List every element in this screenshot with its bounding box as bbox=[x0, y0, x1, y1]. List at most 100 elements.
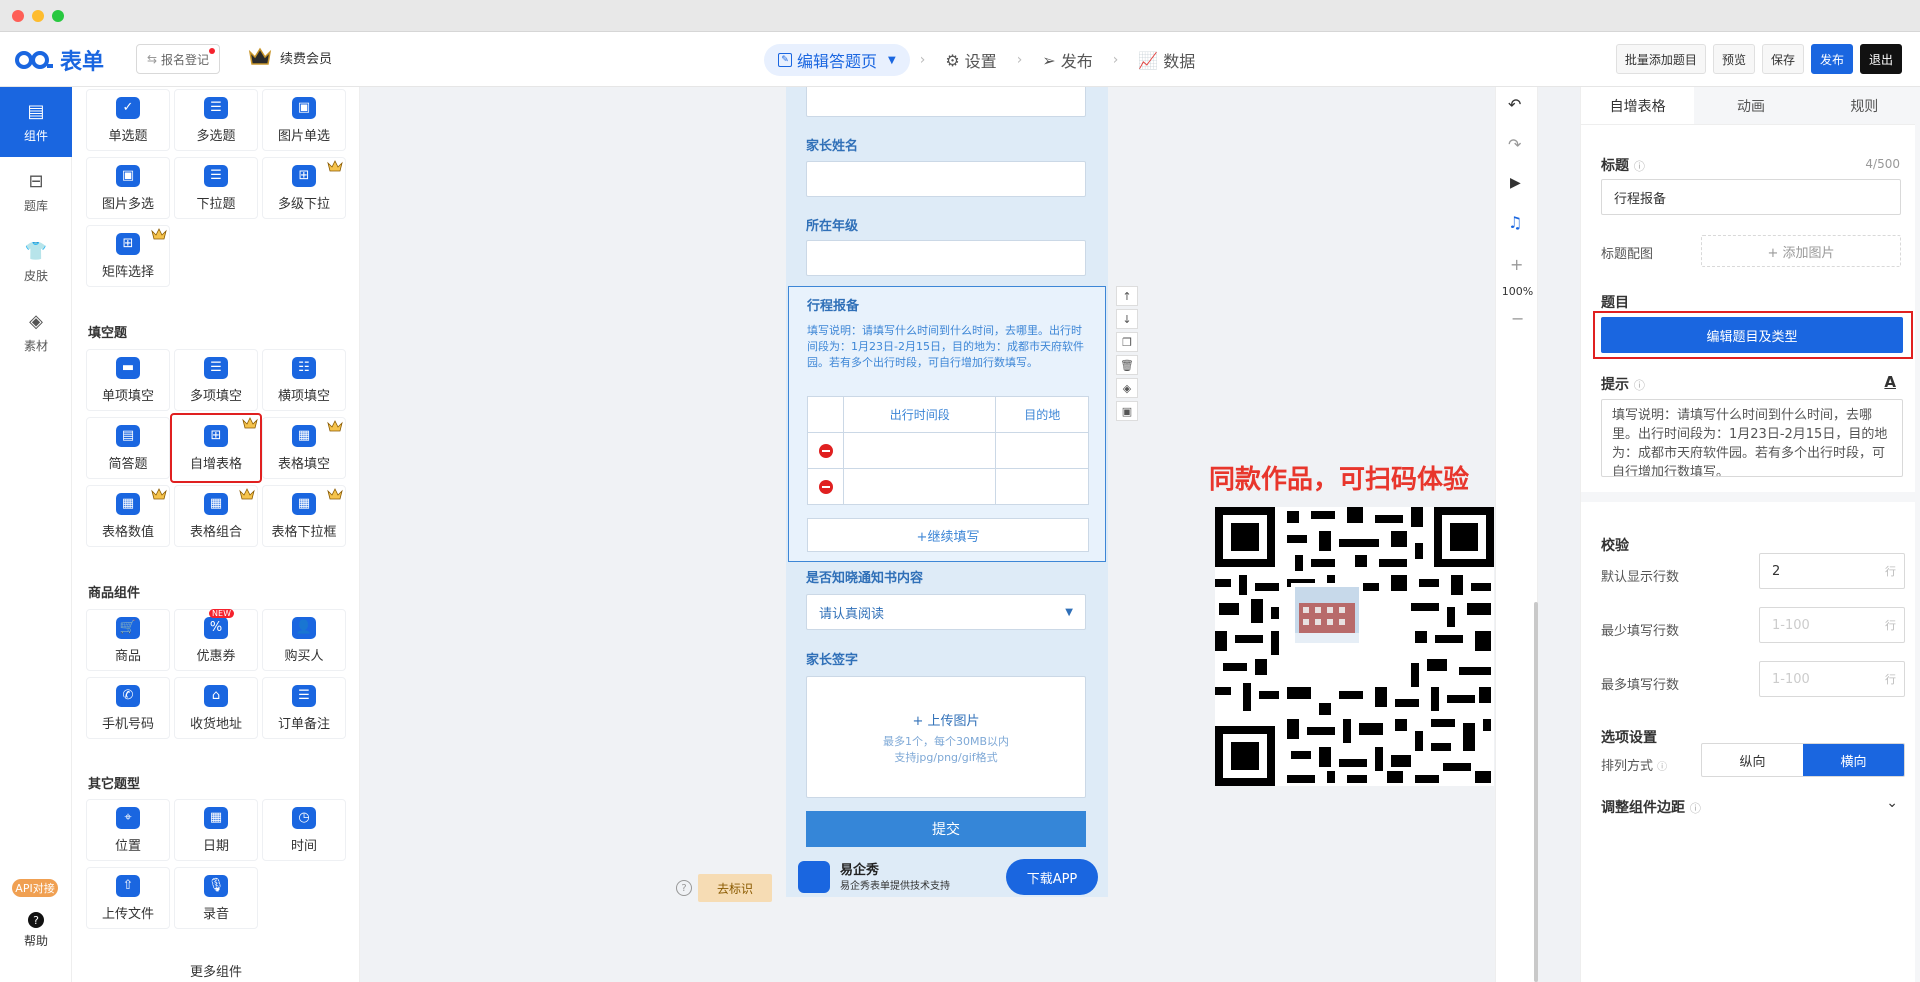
layers-button[interactable]: ◈ bbox=[1116, 378, 1138, 398]
chevron-down-icon[interactable]: ⌄ bbox=[1886, 795, 1898, 811]
remove-mark-button[interactable]: 去标识 bbox=[698, 874, 772, 902]
tile-auto-table[interactable]: ⊞ 自增表格 bbox=[170, 413, 262, 483]
step-publish[interactable]: ➢ 发布 bbox=[1032, 44, 1102, 76]
title-input[interactable]: 行程报备 bbox=[1601, 179, 1901, 215]
zoom-in-icon[interactable]: + bbox=[1510, 255, 1523, 274]
copy-button[interactable]: ❐ bbox=[1116, 332, 1138, 352]
tile-time[interactable]: ◷ 时间 bbox=[262, 799, 346, 861]
tile-table-dropdown[interactable]: ▦ 表格下拉框 bbox=[262, 485, 346, 547]
table-cell[interactable] bbox=[995, 468, 1089, 505]
save-block-button[interactable]: ▣ bbox=[1116, 401, 1138, 421]
question-circle-icon[interactable]: ? bbox=[676, 880, 692, 896]
api-badge[interactable]: API对接 bbox=[12, 879, 58, 897]
upload-area[interactable]: + 上传图片 最多1个，每个30MB以内 支持jpg/png/gif格式 bbox=[806, 676, 1086, 798]
tile-horizontal-fill[interactable]: ☷ 横项填空 bbox=[262, 349, 346, 411]
publish-button[interactable]: 发布 bbox=[1810, 44, 1853, 74]
arrange-vertical[interactable]: 纵向 bbox=[1702, 744, 1803, 776]
tile-buyer[interactable]: 👤 购买人 bbox=[262, 609, 346, 671]
nav-question-bank-label: 题库 bbox=[23, 198, 48, 213]
zoom-out-icon[interactable]: − bbox=[1511, 309, 1524, 328]
tile-phone[interactable]: ✆ 手机号码 bbox=[86, 677, 170, 739]
tile-table-number[interactable]: ▦ 表格数值 bbox=[86, 485, 170, 547]
tile-order-note[interactable]: ☰ 订单备注 bbox=[262, 677, 346, 739]
tile-short-answer[interactable]: ▤ 简答题 bbox=[86, 417, 170, 479]
grade-input[interactable] bbox=[806, 240, 1086, 276]
margin-label[interactable]: 调整组件边距 ⓘ bbox=[1601, 797, 1701, 817]
music-icon[interactable]: ♫ bbox=[1508, 213, 1522, 232]
step-settings[interactable]: ⚙ 设置 bbox=[935, 44, 1006, 76]
nav-materials[interactable]: ◈ 素材 bbox=[0, 297, 72, 367]
nav-question-bank[interactable]: ⊟ 题库 bbox=[0, 157, 72, 227]
move-up-button[interactable]: ↑ bbox=[1116, 286, 1138, 306]
preview-button[interactable]: 预览 bbox=[1712, 44, 1755, 74]
max-rows-input[interactable]: 1-100 行 bbox=[1759, 661, 1905, 697]
delete-button[interactable]: 🗑 bbox=[1116, 355, 1138, 375]
move-down-button[interactable]: ↓ bbox=[1116, 309, 1138, 329]
more-components-link[interactable]: 更多组件 bbox=[72, 961, 359, 980]
vip-renew[interactable]: 续费会员 bbox=[248, 46, 332, 68]
register-button[interactable]: ⇆ 报名登记 bbox=[136, 44, 220, 74]
exit-button[interactable]: 退出 bbox=[1859, 44, 1902, 74]
default-rows-input[interactable]: 2行 bbox=[1759, 553, 1905, 589]
tile-image-single[interactable]: ▣ 图片单选 bbox=[262, 89, 346, 151]
continue-fill-button[interactable]: +继续填写 bbox=[807, 518, 1089, 552]
step-data[interactable]: 📈 数据 bbox=[1128, 44, 1205, 76]
tab-rules[interactable]: 规则 bbox=[1808, 87, 1920, 124]
tile-date[interactable]: ▦ 日期 bbox=[174, 799, 258, 861]
hint-textarea[interactable]: 填写说明：请填写什么时间到什么时间，去哪里。出行时间段为：1月23日-2月15日… bbox=[1601, 399, 1903, 477]
tile-location[interactable]: ⌖ 位置 bbox=[86, 799, 170, 861]
delete-row-button[interactable] bbox=[807, 432, 844, 469]
play-icon[interactable]: ▶ bbox=[1510, 175, 1521, 191]
top-toolbar: 表单 ⇆ 报名登记 续费会员 ✎ 编辑答题页 ▼ › ⚙ 设置 › ➢ 发布 ›… bbox=[0, 32, 1920, 87]
delete-row-button[interactable] bbox=[807, 468, 844, 505]
submit-button[interactable]: 提交 bbox=[806, 811, 1086, 847]
min-rows-input[interactable]: 1-100 行 bbox=[1759, 607, 1905, 643]
notice-select[interactable]: 请认真阅读 ▼ bbox=[806, 594, 1086, 630]
tile-single-choice[interactable]: ✓ 单选题 bbox=[86, 89, 170, 151]
tile-goods[interactable]: 🛒 商品 bbox=[86, 609, 170, 671]
arrange-horizontal[interactable]: 横向 bbox=[1803, 744, 1904, 776]
tile-image-multi[interactable]: ▣ 图片多选 bbox=[86, 157, 170, 219]
tile-single-fill[interactable]: ▬ 单项填空 bbox=[86, 349, 170, 411]
nav-components[interactable]: ▤ 组件 bbox=[0, 87, 72, 157]
close-window-button[interactable] bbox=[12, 10, 24, 22]
undo-icon[interactable]: ↶ bbox=[1508, 95, 1521, 114]
tile-table-fill[interactable]: ▦ 表格填空 bbox=[262, 417, 346, 479]
tile-upload[interactable]: ⇧ 上传文件 bbox=[86, 867, 170, 929]
tile-address[interactable]: ⌂ 收货地址 bbox=[174, 677, 258, 739]
tile-dropdown[interactable]: ☰ 下拉题 bbox=[174, 157, 258, 219]
help-button[interactable]: ? 帮助 bbox=[0, 912, 72, 949]
app-logo[interactable]: 表单 bbox=[14, 46, 104, 75]
canvas-scrollbar[interactable] bbox=[1534, 602, 1538, 982]
tile-coupon[interactable]: % NEW 优惠券 bbox=[174, 608, 258, 671]
parent-name-input[interactable] bbox=[806, 161, 1086, 197]
maximize-window-button[interactable] bbox=[52, 10, 64, 22]
arrange-label: 排列方式 ⓘ bbox=[1601, 755, 1667, 774]
minimize-window-button[interactable] bbox=[32, 10, 44, 22]
table-cell[interactable] bbox=[842, 468, 997, 505]
tile-multi-fill[interactable]: ☰ 多项填空 bbox=[174, 349, 258, 411]
prev-field-input[interactable] bbox=[806, 87, 1086, 117]
input-icon: ▬ bbox=[116, 356, 140, 379]
batch-add-button[interactable]: 批量添加题目 bbox=[1615, 44, 1706, 74]
trip-report-block[interactable]: 行程报备 填写说明：请填写什么时间到什么时间，去哪里。出行时间段为：1月23日-… bbox=[788, 286, 1106, 562]
text-format-icon[interactable]: A bbox=[1884, 373, 1896, 391]
download-app-button[interactable]: 下载APP bbox=[1006, 859, 1098, 895]
tile-matrix[interactable]: ⊞ 矩阵选择 bbox=[86, 225, 170, 287]
nav-skin[interactable]: 👕 皮肤 bbox=[0, 227, 72, 297]
edit-question-button[interactable]: 编辑题目及类型 bbox=[1601, 317, 1903, 353]
props-scrollbar[interactable] bbox=[1915, 87, 1920, 982]
vip-crown-icon bbox=[248, 47, 272, 65]
table-cell[interactable] bbox=[842, 432, 997, 469]
tab-auto-table[interactable]: 自增表格 bbox=[1581, 87, 1695, 124]
save-button[interactable]: 保存 bbox=[1761, 44, 1804, 74]
add-image-button[interactable]: + 添加图片 bbox=[1701, 235, 1901, 267]
tile-table-combo[interactable]: ▦ 表格组合 bbox=[174, 485, 258, 547]
tile-cascade-dropdown[interactable]: ⊞ 多级下拉 bbox=[262, 157, 346, 219]
redo-icon[interactable]: ↷ bbox=[1508, 135, 1521, 154]
tile-multi-choice[interactable]: ☰ 多选题 bbox=[174, 89, 258, 151]
table-cell[interactable] bbox=[995, 432, 1089, 469]
tab-animation[interactable]: 动画 bbox=[1694, 87, 1807, 124]
tile-record[interactable]: 🎙 录音 bbox=[174, 867, 258, 929]
step-edit[interactable]: ✎ 编辑答题页 ▼ bbox=[764, 44, 910, 76]
